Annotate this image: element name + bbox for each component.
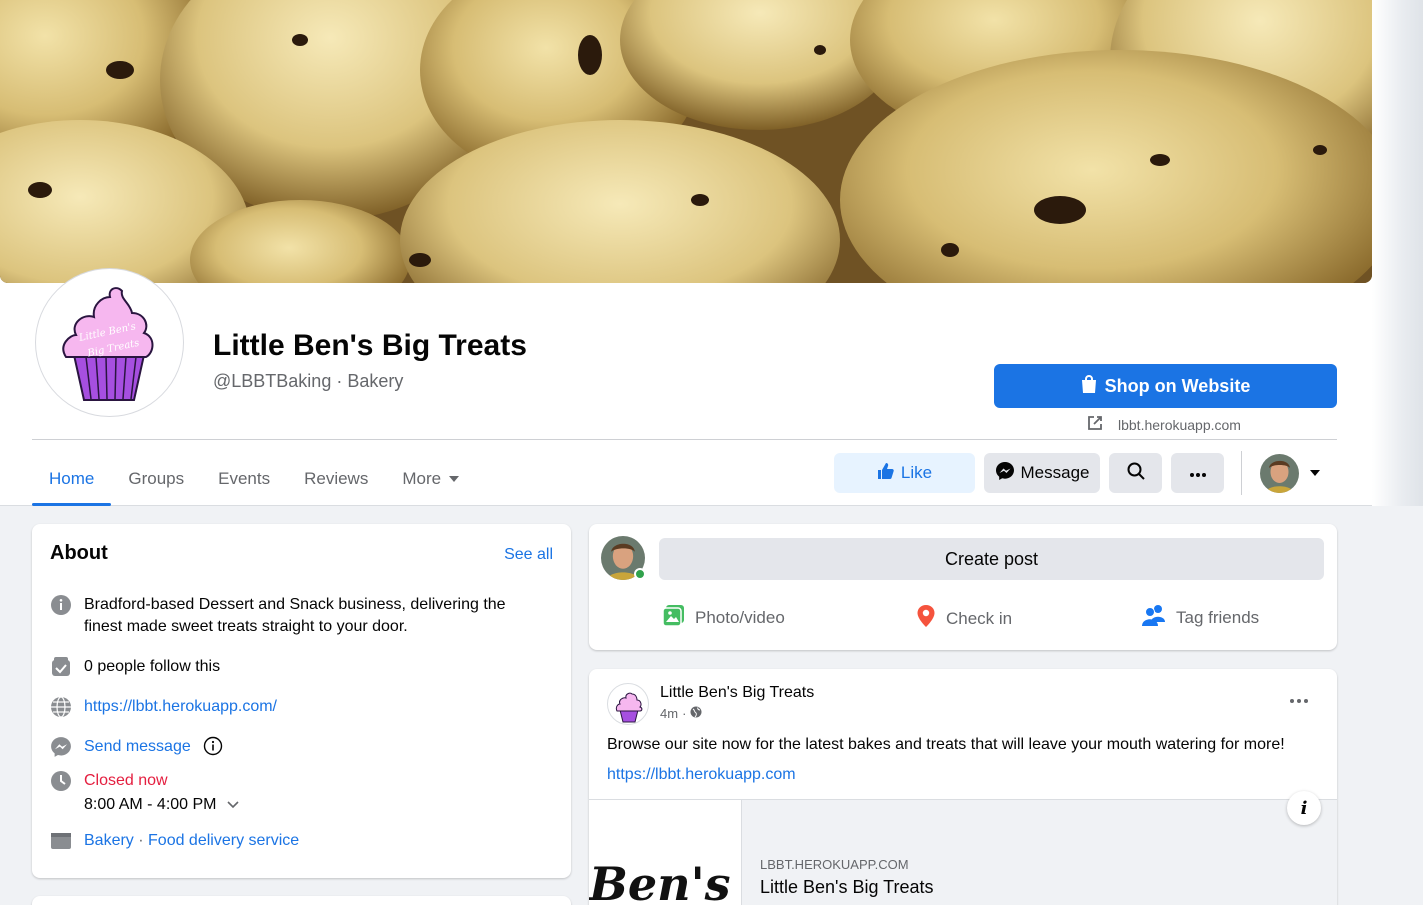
shop-on-website-button[interactable]: Shop on Website [994, 364, 1337, 408]
preview-logo-text: Ben's [589, 857, 731, 905]
about-hours-row: Closed now 8:00 AM - 4:00 PM [50, 770, 239, 816]
messenger-icon [50, 736, 72, 758]
page-tabs: Home Groups Events Reviews More [32, 451, 476, 506]
tab-more[interactable]: More [385, 451, 476, 506]
header-divider [32, 439, 1337, 440]
check-in-button[interactable]: Check in [916, 604, 1012, 633]
shopping-bag-icon [1081, 374, 1097, 398]
post-time-separator: · [682, 706, 687, 721]
about-category-row: Bakery · Food delivery service [50, 830, 299, 852]
create-post-button[interactable]: Create post [659, 538, 1324, 580]
search-icon [1126, 461, 1146, 486]
info-icon [50, 594, 72, 616]
post-author-avatar[interactable] [607, 683, 649, 725]
tag-friends-label: Tag friends [1176, 607, 1260, 627]
link-preview-image: Ben's [589, 800, 742, 905]
followers-icon [50, 656, 72, 678]
thumbs-up-icon [877, 462, 895, 485]
about-description: Bradford-based Dessert and Snack busines… [84, 596, 506, 635]
tab-reviews[interactable]: Reviews [287, 451, 385, 506]
people-icon [1142, 604, 1166, 631]
post-body-text: Browse our site now for the latest bakes… [607, 736, 1285, 753]
about-followers: 0 people follow this [84, 658, 221, 675]
link-preview-domain: LBBT.HEROKUAPP.COM [760, 857, 909, 872]
cover-photo-scones [0, 0, 1372, 283]
link-info-button[interactable]: i [1287, 791, 1321, 825]
about-send-message-link[interactable]: Send message [84, 736, 191, 758]
about-see-all-link[interactable]: See all [504, 546, 553, 564]
open-status: Closed now [84, 772, 168, 789]
globe-icon [50, 696, 72, 718]
location-pin-icon [916, 604, 936, 633]
chevron-down-icon [226, 794, 239, 816]
cupcake-logo: Little Ben's Big Treats [40, 273, 179, 412]
more-dots-icon [1289, 691, 1309, 708]
website-short-text: lbbt.herokuapp.com [1118, 416, 1241, 433]
about-card: About See all Bradford-based Dessert and… [32, 524, 571, 878]
post-body-link[interactable]: https://lbbt.herokuapp.com [607, 766, 796, 784]
hours-text: 8:00 AM - 4:00 PM [84, 796, 217, 813]
post-composer: Create post Photo/video Check in Tag fri… [589, 524, 1337, 650]
next-sidebar-card [32, 896, 571, 905]
about-followers-row: 0 people follow this [50, 656, 220, 678]
tab-groups[interactable]: Groups [111, 451, 201, 506]
about-title: About [50, 542, 108, 564]
more-options-button[interactable] [1171, 453, 1224, 493]
category-icon [50, 830, 72, 852]
shop-button-label: Shop on Website [1104, 375, 1251, 396]
post-author-name[interactable]: Little Ben's Big Treats [660, 684, 814, 702]
account-caret-icon[interactable] [1310, 470, 1320, 476]
page-title: Little Ben's Big Treats [213, 329, 527, 362]
photo-video-button[interactable]: Photo/video [662, 604, 785, 632]
category-food-delivery-link[interactable]: Food delivery service [148, 832, 299, 849]
like-label: Like [900, 463, 933, 482]
tab-events[interactable]: Events [201, 451, 287, 506]
globe-icon [690, 706, 702, 721]
message-button[interactable]: Message [984, 453, 1100, 493]
tab-home[interactable]: Home [32, 451, 112, 506]
hours-block: Closed now 8:00 AM - 4:00 PM [84, 770, 239, 816]
photo-icon [662, 604, 685, 632]
messenger-icon [995, 461, 1015, 486]
online-status-dot [634, 568, 646, 580]
tag-friends-button[interactable]: Tag friends [1142, 604, 1259, 631]
info-outline-icon[interactable] [203, 736, 223, 763]
about-send-message-row: Send message [50, 736, 223, 763]
category-separator: · [133, 832, 149, 849]
post-timestamp[interactable]: 4m · [660, 706, 702, 721]
message-label: Message [1020, 463, 1090, 482]
scrollbar-gutter [1372, 0, 1423, 506]
post-options-button[interactable] [1289, 691, 1309, 709]
clock-icon [50, 770, 72, 792]
category-bakery-link[interactable]: Bakery [84, 832, 134, 849]
caret-down-icon [449, 475, 460, 482]
more-dots-icon [1189, 463, 1207, 483]
action-separator [1241, 451, 1242, 495]
external-link-icon [1086, 414, 1104, 435]
hours-dropdown[interactable]: 8:00 AM - 4:00 PM [84, 794, 239, 816]
photo-video-label: Photo/video [695, 608, 785, 627]
info-italic-icon: i [1300, 797, 1308, 819]
cover-photo[interactable] [0, 0, 1372, 283]
tab-more-label: More [402, 468, 442, 488]
link-preview[interactable]: Ben's LBBT.HEROKUAPP.COM Little Ben's Bi… [589, 791, 1337, 905]
check-in-label: Check in [946, 608, 1013, 628]
post-time-text: 4m [660, 706, 679, 721]
search-page-button[interactable] [1109, 453, 1162, 493]
feed-post: Little Ben's Big Treats 4m · Browse our … [589, 669, 1337, 905]
website-link[interactable]: lbbt.herokuapp.com [1086, 414, 1241, 435]
about-description-row: Bradford-based Dessert and Snack busines… [50, 594, 530, 638]
like-button[interactable]: Like [834, 453, 975, 493]
page-handle-category: @LBBTBaking · Bakery [213, 371, 404, 391]
about-website-row: https://lbbt.herokuapp.com/ [50, 696, 277, 718]
page-profile-picture[interactable]: Little Ben's Big Treats [36, 269, 183, 416]
link-preview-title: Little Ben's Big Treats [760, 877, 934, 897]
about-website-link[interactable]: https://lbbt.herokuapp.com/ [84, 696, 277, 718]
user-avatar[interactable] [1260, 454, 1299, 493]
